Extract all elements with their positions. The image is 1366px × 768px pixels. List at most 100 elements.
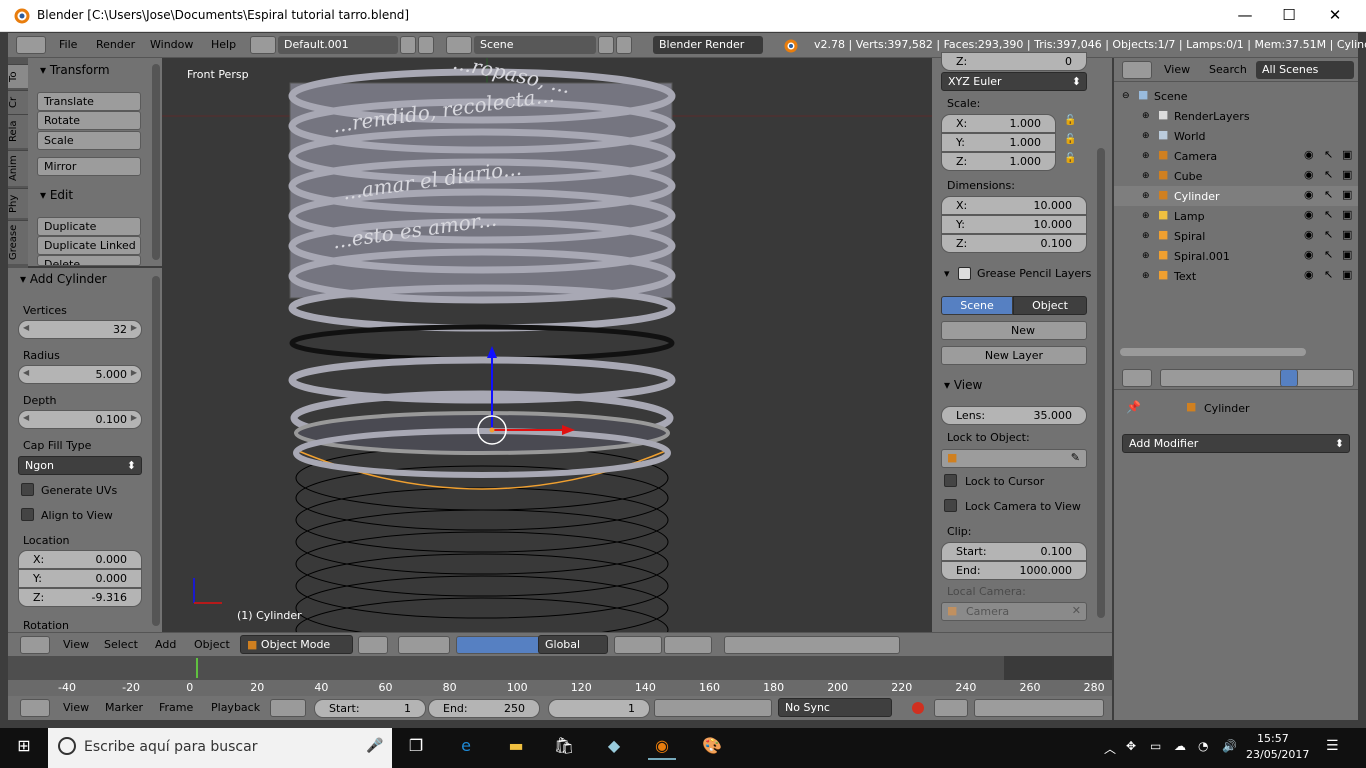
- render-icon[interactable]: ▣: [1342, 149, 1352, 161]
- cap-fill-select[interactable]: Ngon ⬍: [18, 456, 142, 475]
- viewport-shading-icon[interactable]: [358, 636, 388, 654]
- scale-z-field[interactable]: Z: 1.000: [941, 152, 1056, 171]
- dimensions-x-field[interactable]: X: 10.000: [941, 196, 1087, 215]
- vertices-field[interactable]: ◀ 32 ▶: [18, 320, 142, 339]
- clip-end-field[interactable]: End: 1000.000: [941, 561, 1087, 580]
- screen-layout-field[interactable]: Default.001: [278, 36, 398, 54]
- edit-panel-header[interactable]: ▾ Edit: [40, 188, 73, 202]
- cursor-select-icon[interactable]: ↖: [1324, 149, 1333, 161]
- manipulator-icon[interactable]: [456, 636, 544, 654]
- outliner-item-name[interactable]: Cylinder: [1174, 190, 1220, 203]
- tab-relations[interactable]: Rela: [8, 114, 28, 148]
- depth-field[interactable]: ◀ 0.100 ▶: [18, 410, 142, 429]
- outliner-row[interactable]: ⊕ ■ RenderLayers: [1114, 106, 1358, 126]
- tab-grease-pencil[interactable]: Grease: [8, 220, 28, 264]
- tab-create[interactable]: Cr: [8, 90, 28, 114]
- tray-arrow-icon[interactable]: ︿: [1104, 740, 1116, 757]
- menu-view[interactable]: View: [63, 638, 89, 651]
- clock-date[interactable]: 23/05/2017: [1246, 748, 1309, 761]
- mirror-button[interactable]: Mirror: [37, 157, 141, 176]
- outliner-row[interactable]: ⊕ ■ Text ◉ ↖ ▣: [1114, 266, 1358, 286]
- preview-range-icon[interactable]: [270, 699, 306, 717]
- eye-icon[interactable]: ◉: [1304, 249, 1314, 261]
- outliner-item-name[interactable]: RenderLayers: [1174, 110, 1250, 123]
- outliner-row[interactable]: ⊕ ■ Spiral ◉ ↖ ▣: [1114, 226, 1358, 246]
- outliner-item-name[interactable]: Cube: [1174, 170, 1202, 183]
- lock-icon[interactable]: 🔓: [1064, 115, 1076, 126]
- tab-physics[interactable]: Phy: [8, 188, 28, 218]
- remove-scene-icon[interactable]: [616, 36, 632, 54]
- cursor-select-icon[interactable]: ↖: [1324, 229, 1333, 241]
- end-frame-field[interactable]: End: 250: [428, 699, 540, 718]
- start-frame-field[interactable]: Start: 1: [314, 699, 426, 718]
- 3d-viewport[interactable]: ...ropaso, ... ...rendido, recolecta... …: [162, 58, 932, 634]
- cursor-select-icon[interactable]: ↖: [1324, 269, 1333, 281]
- menu-add[interactable]: Add: [155, 638, 176, 651]
- gp-new-button[interactable]: New: [941, 321, 1087, 340]
- render-icon[interactable]: ▣: [1342, 269, 1352, 281]
- cursor-select-icon[interactable]: ↖: [1324, 169, 1333, 181]
- lens-field[interactable]: Lens: 35.000: [941, 406, 1087, 425]
- outliner-row[interactable]: ⊕ ■ Cylinder ◉ ↖ ▣: [1114, 186, 1358, 206]
- redo-panel-scrollbar[interactable]: [152, 276, 160, 626]
- outliner-item-name[interactable]: World: [1174, 130, 1206, 143]
- layers-icon[interactable]: [614, 636, 662, 654]
- location-y-field[interactable]: Y: 0.000: [18, 569, 142, 588]
- cursor-select-icon[interactable]: ↖: [1324, 209, 1333, 221]
- edge-browser-icon[interactable]: e: [452, 736, 480, 760]
- location-x-field[interactable]: X: 0.000: [18, 550, 142, 569]
- editor-type-outliner-icon[interactable]: [1122, 61, 1152, 79]
- clear-icon[interactable]: ✕: [1072, 604, 1081, 617]
- tab-animation[interactable]: Anim: [8, 150, 28, 186]
- render-engine-select[interactable]: Blender Render: [653, 36, 763, 54]
- keying-icon[interactable]: [934, 699, 968, 717]
- lock-icon[interactable]: 🔓: [1064, 134, 1076, 145]
- editor-type-properties-icon[interactable]: [1122, 369, 1152, 387]
- n-panel-scrollbar[interactable]: [1097, 148, 1105, 618]
- add-layout-icon[interactable]: [400, 36, 416, 54]
- expand-icon[interactable]: ⊕: [1142, 270, 1150, 282]
- grease-pencil-header[interactable]: Grease Pencil Layers: [977, 267, 1091, 280]
- current-frame-indicator[interactable]: [196, 658, 198, 678]
- menu-view[interactable]: View: [1164, 63, 1190, 76]
- clip-start-field[interactable]: Start: 0.100: [941, 542, 1087, 561]
- store-icon[interactable]: 🛍: [550, 736, 578, 760]
- outliner-row[interactable]: ⊕ ■ Camera ◉ ↖ ▣: [1114, 146, 1358, 166]
- scene-icon[interactable]: [446, 36, 472, 54]
- scene-field[interactable]: Scene: [474, 36, 596, 54]
- cursor-select-icon[interactable]: ↖: [1324, 189, 1333, 201]
- menu-playback[interactable]: Playback: [211, 701, 260, 714]
- menu-render[interactable]: Render: [96, 38, 135, 51]
- editor-type-info-icon[interactable]: [16, 36, 46, 54]
- outliner-filter-select[interactable]: All Scenes: [1256, 61, 1354, 79]
- dimensions-z-field[interactable]: Z: 0.100: [941, 234, 1087, 253]
- clock-time[interactable]: 15:57: [1257, 732, 1289, 745]
- expand-icon[interactable]: ⊕: [1142, 110, 1150, 122]
- timeline[interactable]: -40 -20 0 20 40 60 80 100 120 140 160 180 200 220 240 2…: [8, 656, 1112, 696]
- menu-frame[interactable]: Frame: [159, 701, 193, 714]
- expand-icon[interactable]: ⊕: [1142, 250, 1150, 262]
- volume-icon[interactable]: 🔊: [1222, 739, 1237, 753]
- render-icon[interactable]: ▣: [1342, 169, 1352, 181]
- menu-help[interactable]: Help: [211, 38, 236, 51]
- dimensions-y-field[interactable]: Y: 10.000: [941, 215, 1087, 234]
- render-icon[interactable]: ▣: [1342, 229, 1352, 241]
- eye-icon[interactable]: ◉: [1304, 149, 1314, 161]
- lock-to-cursor-checkbox[interactable]: [944, 474, 957, 487]
- expand-icon[interactable]: ⊕: [1142, 170, 1150, 182]
- pin-icon[interactable]: 📌: [1126, 400, 1141, 414]
- outliner-scrollbar[interactable]: [1120, 348, 1306, 356]
- layers-icon[interactable]: [664, 636, 712, 654]
- app-icon[interactable]: ◆: [600, 736, 628, 760]
- location-z-field[interactable]: Z: -9.316: [18, 588, 142, 607]
- add-scene-icon[interactable]: [598, 36, 614, 54]
- eye-icon[interactable]: ◉: [1304, 209, 1314, 221]
- wifi-icon[interactable]: ◔: [1198, 739, 1208, 753]
- menu-window[interactable]: Window: [150, 38, 193, 51]
- eyedropper-icon[interactable]: ✎: [1071, 451, 1080, 464]
- grease-pencil-collapse-icon[interactable]: ▾: [944, 267, 950, 280]
- expand-icon[interactable]: ⊕: [1142, 190, 1150, 202]
- snap-tools-icon[interactable]: [724, 636, 900, 654]
- windows-start-icon[interactable]: ⊞: [10, 736, 38, 760]
- cloud-icon[interactable]: ☁: [1174, 739, 1186, 753]
